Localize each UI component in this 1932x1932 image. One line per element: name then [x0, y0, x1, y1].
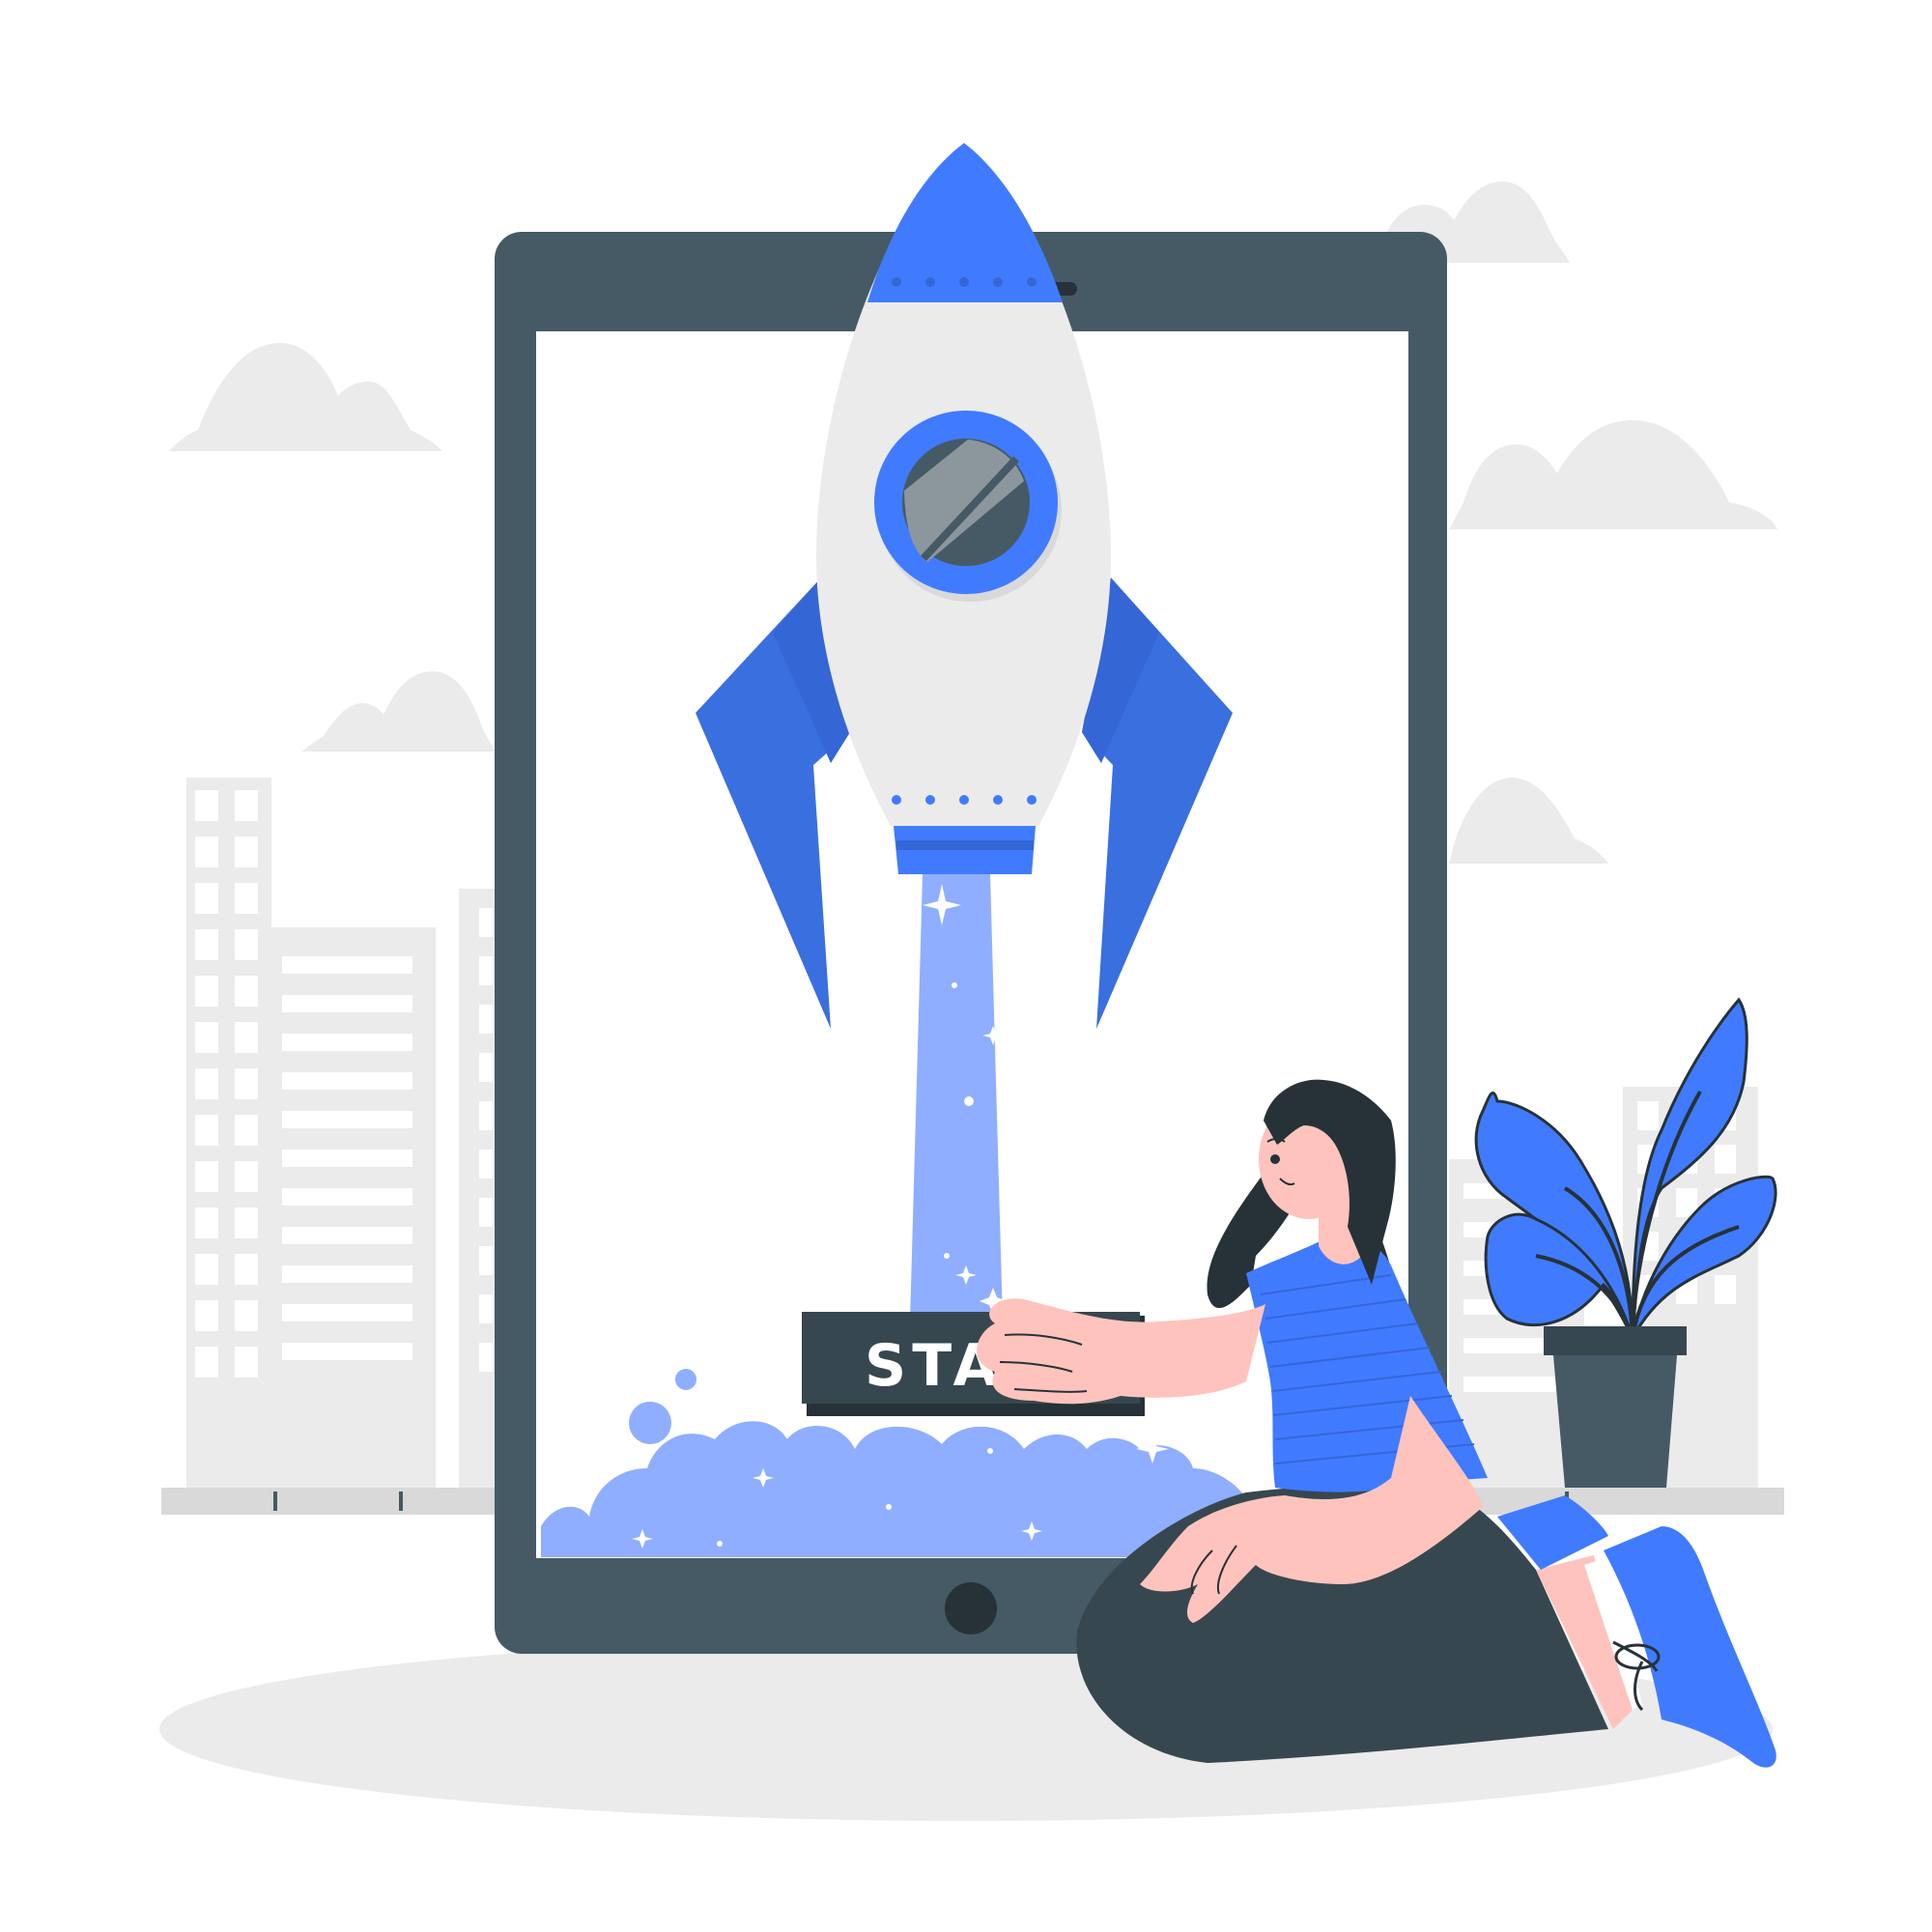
- cloud-icon: [1449, 778, 1608, 864]
- pot-rim: [1544, 1326, 1687, 1355]
- pot: [1553, 1355, 1677, 1488]
- eye: [1270, 1154, 1280, 1164]
- smoke-puff: [629, 1402, 671, 1444]
- left-buildings: [186, 778, 497, 1497]
- smoke-puff: [675, 1369, 696, 1390]
- cloud-icon: [1449, 420, 1777, 529]
- cloud-icon: [169, 343, 442, 451]
- tablet-home-button[interactable]: [945, 1582, 997, 1634]
- cloud-icon: [301, 671, 495, 752]
- launch-illustration: STAR: [159, 143, 1784, 1821]
- building-icon: [271, 927, 436, 1497]
